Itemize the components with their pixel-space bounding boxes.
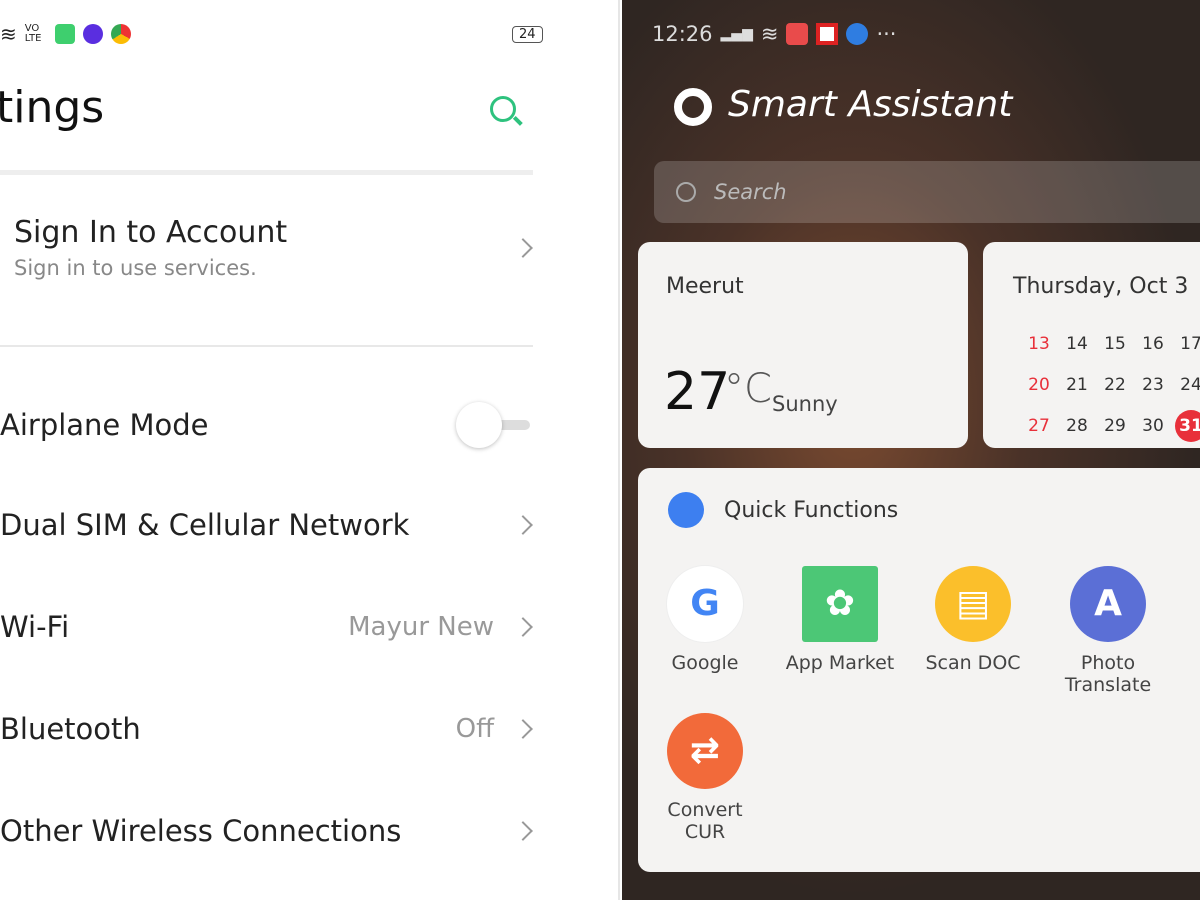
app-notification-icon bbox=[786, 23, 809, 45]
quick-function-convert-currency[interactable]: ⇄ Convert CUR bbox=[650, 713, 760, 843]
airplane-mode-toggle[interactable] bbox=[456, 402, 532, 448]
calendar-day[interactable]: 31 bbox=[1175, 410, 1200, 442]
clock: 12:26 bbox=[652, 22, 713, 46]
chevron-right-icon bbox=[513, 617, 533, 637]
messages-icon bbox=[54, 24, 75, 44]
assistant-title: Smart Assistant bbox=[728, 84, 1013, 125]
calendar-day[interactable]: 22 bbox=[1096, 371, 1134, 399]
search-placeholder: Search bbox=[714, 180, 787, 204]
calendar-day[interactable]: 29 bbox=[1096, 412, 1134, 440]
other-wireless-row[interactable]: Other Wireless Connections bbox=[0, 814, 540, 848]
bluetooth-row[interactable]: Bluetooth Off bbox=[0, 712, 540, 746]
search-icon[interactable] bbox=[490, 96, 523, 126]
status-bar: 12:26 ▂▄▆ ≋ ··· bbox=[652, 22, 896, 46]
search-icon bbox=[676, 182, 696, 202]
divider bbox=[0, 345, 533, 347]
volte-indicator: VO LTE bbox=[24, 23, 42, 44]
other-wireless-label: Other Wireless Connections bbox=[0, 814, 402, 848]
bank-app-icon bbox=[816, 23, 839, 45]
assistant-logo-icon bbox=[674, 88, 712, 126]
signal-icon: ▂▄▆ bbox=[720, 26, 753, 42]
dual-sim-label: Dual SIM & Cellular Network bbox=[0, 508, 410, 542]
search-input[interactable]: Search bbox=[654, 161, 1200, 223]
quick-function-scan-doc[interactable]: ▤ Scan DOC bbox=[918, 566, 1028, 674]
mail-icon bbox=[82, 24, 103, 44]
calendar-grid: 13 14 15 16 17 20 21 22 23 24 27 28 29 30 31 bbox=[1020, 330, 1200, 442]
calendar-day[interactable]: 28 bbox=[1058, 412, 1096, 440]
bluetooth-value: Off bbox=[455, 714, 494, 744]
more-notifications-icon: ··· bbox=[876, 22, 897, 46]
weather-condition: Sunny bbox=[772, 392, 838, 416]
sign-in-account-row[interactable]: Sign In to Account Sign in to use servic… bbox=[14, 215, 540, 280]
calendar-day[interactable]: 21 bbox=[1058, 371, 1096, 399]
airplane-mode-row: Airplane Mode bbox=[0, 402, 540, 448]
quick-function-label: Google bbox=[671, 652, 739, 674]
wifi-label: Wi-Fi bbox=[0, 610, 70, 644]
calendar-day[interactable]: 17 bbox=[1172, 330, 1200, 358]
calendar-day[interactable]: 16 bbox=[1134, 330, 1172, 358]
calendar-day[interactable]: 13 bbox=[1020, 330, 1058, 358]
calendar-day[interactable]: 23 bbox=[1134, 371, 1172, 399]
chevron-right-icon bbox=[513, 719, 533, 739]
weather-city: Meerut bbox=[666, 274, 744, 299]
scan-doc-icon: ▤ bbox=[935, 566, 1011, 642]
weather-temp: 27 bbox=[664, 362, 731, 422]
wifi-row[interactable]: Wi-Fi Mayur New bbox=[0, 610, 540, 644]
chrome-icon bbox=[110, 24, 131, 44]
quick-function-label: Photo Translate bbox=[1064, 652, 1152, 696]
calendar-day[interactable]: 15 bbox=[1096, 330, 1134, 358]
calendar-day[interactable]: 27 bbox=[1020, 412, 1058, 440]
dual-sim-row[interactable]: Dual SIM & Cellular Network bbox=[0, 508, 540, 542]
calendar-day[interactable]: 14 bbox=[1058, 330, 1096, 358]
wifi-icon: ≋ bbox=[0, 22, 17, 46]
photo-translate-icon: A bbox=[1070, 566, 1146, 642]
quick-function-app-market[interactable]: ✿ App Market bbox=[785, 566, 895, 674]
wifi-value: Mayur New bbox=[348, 612, 494, 642]
chevron-right-icon bbox=[513, 237, 533, 258]
convert-currency-icon: ⇄ bbox=[667, 713, 743, 789]
weather-unit: °C bbox=[724, 366, 772, 412]
account-subtitle: Sign in to use services. bbox=[14, 256, 257, 280]
quick-function-label: App Market bbox=[785, 652, 895, 674]
chevron-right-icon bbox=[513, 821, 533, 841]
chevron-right-icon bbox=[513, 515, 533, 535]
quick-functions-icon bbox=[668, 492, 704, 528]
calendar-day[interactable]: 24 bbox=[1172, 371, 1200, 399]
settings-panel: ≋ VO LTE 24 tings Sign In to Account Sig… bbox=[0, 0, 620, 900]
divider bbox=[0, 170, 533, 175]
quick-function-label: Convert CUR bbox=[667, 799, 743, 843]
app-market-icon: ✿ bbox=[802, 566, 878, 642]
pay-app-icon bbox=[846, 23, 869, 45]
quick-functions-title: Quick Functions bbox=[724, 498, 899, 523]
airplane-mode-label: Airplane Mode bbox=[0, 408, 209, 442]
quick-function-photo-translate[interactable]: A Photo Translate bbox=[1053, 566, 1163, 696]
status-bar: ≋ VO LTE bbox=[0, 22, 131, 46]
calendar-day[interactable]: 20 bbox=[1020, 371, 1058, 399]
bluetooth-label: Bluetooth bbox=[0, 712, 141, 746]
account-title: Sign In to Account bbox=[14, 215, 288, 250]
calendar-header: Thursday, Oct 3 bbox=[1013, 274, 1189, 299]
weather-card[interactable]: Meerut 27 °C Sunny bbox=[638, 242, 968, 448]
google-icon: G bbox=[667, 566, 743, 642]
quick-function-google[interactable]: G Google bbox=[650, 566, 760, 674]
wifi-icon: ≋ bbox=[760, 22, 779, 46]
calendar-day[interactable]: 30 bbox=[1134, 412, 1172, 440]
quick-function-label: Scan DOC bbox=[925, 652, 1021, 674]
page-title: tings bbox=[0, 82, 105, 133]
battery-indicator: 24 bbox=[512, 26, 543, 43]
